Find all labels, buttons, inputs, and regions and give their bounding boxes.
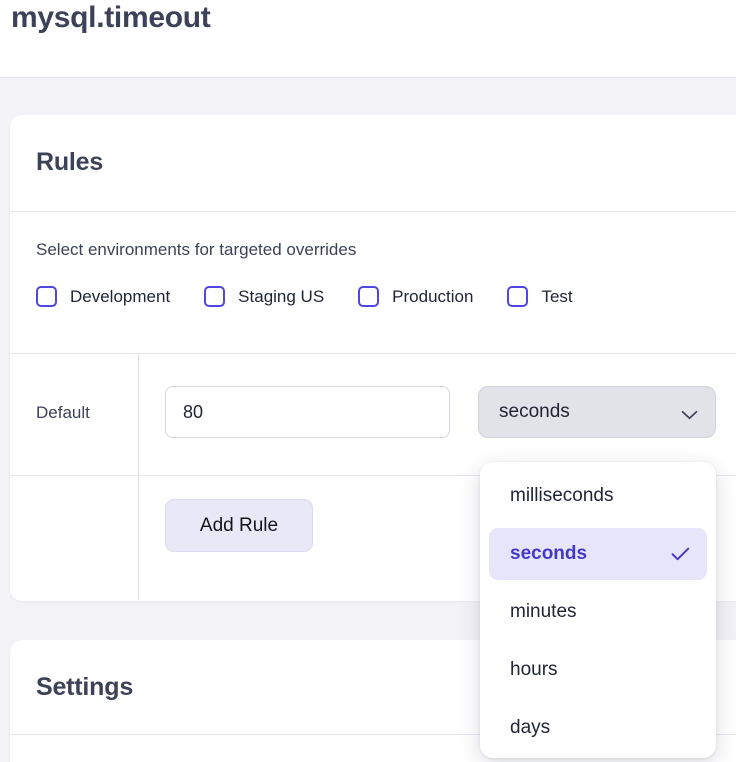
environment-label: Production bbox=[392, 287, 473, 307]
default-value-input[interactable] bbox=[165, 386, 450, 438]
page-title: mysql.timeout bbox=[11, 1, 210, 35]
checkbox-icon[interactable] bbox=[36, 286, 57, 307]
add-rule-button[interactable]: Add Rule bbox=[165, 499, 313, 552]
checkbox-icon[interactable] bbox=[204, 286, 225, 307]
check-icon bbox=[671, 547, 690, 561]
rules-title: Rules bbox=[36, 148, 103, 177]
environment-label: Staging US bbox=[238, 287, 324, 307]
unit-select-value: seconds bbox=[499, 401, 570, 423]
environment-checkbox-development[interactable]: Development bbox=[36, 286, 170, 307]
page-root: mysql.timeout Rules Select environments … bbox=[0, 0, 736, 762]
unit-select-trigger[interactable]: seconds bbox=[478, 386, 716, 438]
dropdown-option-label: seconds bbox=[510, 543, 587, 565]
environment-label: Test bbox=[541, 287, 572, 307]
environment-checkbox-test[interactable]: Test bbox=[507, 286, 572, 307]
dropdown-option-minutes[interactable]: minutes bbox=[489, 586, 707, 638]
environments-section: Select environments for targeted overrid… bbox=[10, 212, 736, 354]
environment-checkbox-staging-us[interactable]: Staging US bbox=[204, 286, 324, 307]
rule-row-label: Default bbox=[36, 403, 90, 423]
checkbox-icon[interactable] bbox=[358, 286, 379, 307]
dropdown-option-seconds[interactable]: seconds bbox=[489, 528, 707, 580]
environment-label: Development bbox=[70, 287, 170, 307]
environments-checkbox-list: Development Staging US Production Test bbox=[36, 286, 573, 307]
environments-instruction: Select environments for targeted overrid… bbox=[36, 240, 356, 260]
dropdown-option-label: milliseconds bbox=[510, 485, 613, 507]
dropdown-option-hours[interactable]: hours bbox=[489, 644, 707, 696]
chevron-down-icon bbox=[681, 407, 698, 417]
environment-checkbox-production[interactable]: Production bbox=[358, 286, 473, 307]
dropdown-option-label: minutes bbox=[510, 601, 577, 623]
checkbox-icon[interactable] bbox=[507, 286, 528, 307]
dropdown-option-days[interactable]: days bbox=[489, 702, 707, 754]
dropdown-option-label: days bbox=[510, 717, 550, 739]
dropdown-option-label: hours bbox=[510, 659, 558, 681]
page-header: mysql.timeout bbox=[0, 0, 736, 78]
rules-card-header: Rules bbox=[10, 115, 736, 212]
dropdown-option-milliseconds[interactable]: milliseconds bbox=[489, 470, 707, 522]
unit-dropdown-menu: milliseconds seconds minutes hours days bbox=[480, 462, 716, 758]
rule-row-default: Default seconds bbox=[10, 354, 736, 476]
settings-title: Settings bbox=[36, 673, 133, 702]
